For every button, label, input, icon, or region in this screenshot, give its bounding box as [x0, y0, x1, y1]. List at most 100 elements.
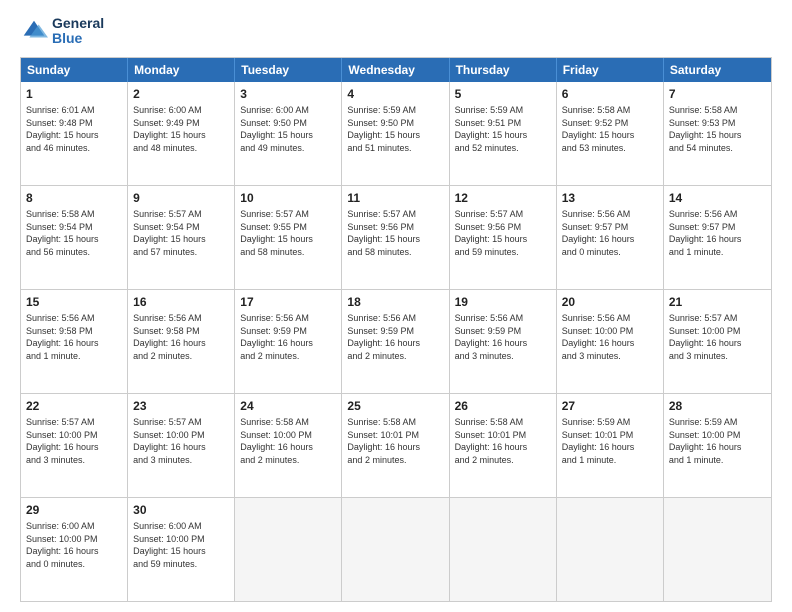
calendar-day-13: 13Sunrise: 5:56 AMSunset: 9:57 PMDayligh…	[557, 186, 664, 289]
day-number: 17	[240, 294, 336, 310]
day-info: Sunrise: 5:56 AMSunset: 9:59 PMDaylight:…	[240, 312, 336, 362]
calendar-day-8: 8 Sunrise: 5:58 AMSunset: 9:54 PMDaylight…	[21, 186, 128, 289]
calendar-day-1: 1 Sunrise: 6:01 AMSunset: 9:48 PMDaylight…	[21, 82, 128, 185]
day-number: 30	[133, 502, 229, 518]
calendar-day-18: 18 Sunrise: 5:56 AMSunset: 9:59 PMDayligh…	[342, 290, 449, 393]
day-info: Sunrise: 5:57 AMSunset: 10:00 PMDaylight…	[26, 416, 122, 466]
day-header-saturday: Saturday	[664, 58, 771, 82]
day-info: Sunrise: 5:58 AMSunset: 9:53 PMDaylight:…	[669, 104, 766, 154]
day-number: 29	[26, 502, 122, 518]
day-number: 5	[455, 86, 551, 102]
day-number: 14	[669, 190, 766, 206]
day-info: Sunrise: 5:57 AMSunset: 9:54 PMDaylight:…	[133, 208, 229, 258]
day-info: Sunrise: 5:58 AMSunset: 10:01 PMDaylight…	[455, 416, 551, 466]
day-number: 15	[26, 294, 122, 310]
day-header-friday: Friday	[557, 58, 664, 82]
calendar-week-1: 1 Sunrise: 6:01 AMSunset: 9:48 PMDaylight…	[21, 82, 771, 185]
day-number: 25	[347, 398, 443, 414]
day-info: Sunrise: 5:56 AMSunset: 9:58 PMDaylight:…	[26, 312, 122, 362]
calendar-header: SundayMondayTuesdayWednesdayThursdayFrid…	[21, 58, 771, 82]
day-number: 12	[455, 190, 551, 206]
calendar-day-29: 29 Sunrise: 6:00 AMSunset: 10:00 PMDaylig…	[21, 498, 128, 601]
calendar-day-15: 15 Sunrise: 5:56 AMSunset: 9:58 PMDayligh…	[21, 290, 128, 393]
calendar-day-4: 4Sunrise: 5:59 AMSunset: 9:50 PMDaylight…	[342, 82, 449, 185]
logo-icon	[20, 17, 48, 45]
day-number: 16	[133, 294, 229, 310]
header: General Blue	[20, 16, 772, 47]
day-number: 10	[240, 190, 336, 206]
calendar-day-2: 2 Sunrise: 6:00 AMSunset: 9:49 PMDaylight…	[128, 82, 235, 185]
day-info: Sunrise: 6:01 AMSunset: 9:48 PMDaylight:…	[26, 104, 122, 154]
day-info: Sunrise: 6:00 AMSunset: 9:50 PMDaylight:…	[240, 104, 336, 154]
calendar-week-2: 8 Sunrise: 5:58 AMSunset: 9:54 PMDaylight…	[21, 185, 771, 289]
day-info: Sunrise: 5:59 AMSunset: 10:01 PMDaylight…	[562, 416, 658, 466]
day-number: 20	[562, 294, 658, 310]
day-number: 26	[455, 398, 551, 414]
calendar-day-6: 6Sunrise: 5:58 AMSunset: 9:52 PMDaylight…	[557, 82, 664, 185]
logo: General Blue	[20, 16, 104, 47]
day-info: Sunrise: 5:58 AMSunset: 10:00 PMDaylight…	[240, 416, 336, 466]
day-info: Sunrise: 5:56 AMSunset: 9:58 PMDaylight:…	[133, 312, 229, 362]
calendar-day-empty	[342, 498, 449, 601]
day-header-thursday: Thursday	[450, 58, 557, 82]
calendar-day-16: 16 Sunrise: 5:56 AMSunset: 9:58 PMDayligh…	[128, 290, 235, 393]
day-number: 1	[26, 86, 122, 102]
calendar-day-9: 9 Sunrise: 5:57 AMSunset: 9:54 PMDaylight…	[128, 186, 235, 289]
calendar-day-10: 10 Sunrise: 5:57 AMSunset: 9:55 PMDayligh…	[235, 186, 342, 289]
day-header-monday: Monday	[128, 58, 235, 82]
day-info: Sunrise: 5:59 AMSunset: 10:00 PMDaylight…	[669, 416, 766, 466]
day-info: Sunrise: 6:00 AMSunset: 10:00 PMDaylight…	[26, 520, 122, 570]
day-info: Sunrise: 5:56 AMSunset: 9:57 PMDaylight:…	[669, 208, 766, 258]
day-number: 23	[133, 398, 229, 414]
day-info: Sunrise: 5:58 AMSunset: 9:54 PMDaylight:…	[26, 208, 122, 258]
calendar-day-26: 26 Sunrise: 5:58 AMSunset: 10:01 PMDaylig…	[450, 394, 557, 497]
day-info: Sunrise: 5:59 AMSunset: 9:51 PMDaylight:…	[455, 104, 551, 154]
day-number: 19	[455, 294, 551, 310]
day-info: Sunrise: 6:00 AMSunset: 9:49 PMDaylight:…	[133, 104, 229, 154]
logo-text: General Blue	[52, 16, 104, 47]
calendar-day-empty	[235, 498, 342, 601]
calendar: SundayMondayTuesdayWednesdayThursdayFrid…	[20, 57, 772, 602]
day-info: Sunrise: 5:58 AMSunset: 9:52 PMDaylight:…	[562, 104, 658, 154]
calendar-day-17: 17 Sunrise: 5:56 AMSunset: 9:59 PMDayligh…	[235, 290, 342, 393]
day-info: Sunrise: 5:56 AMSunset: 10:00 PMDaylight…	[562, 312, 658, 362]
calendar-day-12: 12 Sunrise: 5:57 AMSunset: 9:56 PMDayligh…	[450, 186, 557, 289]
calendar-day-27: 27 Sunrise: 5:59 AMSunset: 10:01 PMDaylig…	[557, 394, 664, 497]
day-header-tuesday: Tuesday	[235, 58, 342, 82]
calendar-body: 1 Sunrise: 6:01 AMSunset: 9:48 PMDaylight…	[21, 82, 771, 601]
day-number: 18	[347, 294, 443, 310]
calendar-day-23: 23 Sunrise: 5:57 AMSunset: 10:00 PMDaylig…	[128, 394, 235, 497]
calendar-day-3: 3 Sunrise: 6:00 AMSunset: 9:50 PMDaylight…	[235, 82, 342, 185]
calendar-week-3: 15 Sunrise: 5:56 AMSunset: 9:58 PMDayligh…	[21, 289, 771, 393]
calendar-day-empty	[450, 498, 557, 601]
calendar-day-7: 7Sunrise: 5:58 AMSunset: 9:53 PMDaylight…	[664, 82, 771, 185]
page: General Blue SundayMondayTuesdayWednesda…	[0, 0, 792, 612]
calendar-week-4: 22 Sunrise: 5:57 AMSunset: 10:00 PMDaylig…	[21, 393, 771, 497]
day-info: Sunrise: 5:57 AMSunset: 9:56 PMDaylight:…	[455, 208, 551, 258]
day-number: 27	[562, 398, 658, 414]
calendar-day-empty	[557, 498, 664, 601]
day-number: 11	[347, 190, 443, 206]
day-info: Sunrise: 5:57 AMSunset: 10:00 PMDaylight…	[669, 312, 766, 362]
day-number: 8	[26, 190, 122, 206]
day-number: 2	[133, 86, 229, 102]
calendar-day-14: 14 Sunrise: 5:56 AMSunset: 9:57 PMDayligh…	[664, 186, 771, 289]
day-header-sunday: Sunday	[21, 58, 128, 82]
day-info: Sunrise: 5:56 AMSunset: 9:59 PMDaylight:…	[455, 312, 551, 362]
day-info: Sunrise: 5:56 AMSunset: 9:59 PMDaylight:…	[347, 312, 443, 362]
day-number: 9	[133, 190, 229, 206]
day-info: Sunrise: 5:57 AMSunset: 9:55 PMDaylight:…	[240, 208, 336, 258]
day-info: Sunrise: 5:57 AMSunset: 10:00 PMDaylight…	[133, 416, 229, 466]
day-number: 22	[26, 398, 122, 414]
calendar-day-empty	[664, 498, 771, 601]
day-number: 28	[669, 398, 766, 414]
day-info: Sunrise: 5:57 AMSunset: 9:56 PMDaylight:…	[347, 208, 443, 258]
day-number: 24	[240, 398, 336, 414]
calendar-day-30: 30Sunrise: 6:00 AMSunset: 10:00 PMDaylig…	[128, 498, 235, 601]
calendar-day-28: 28 Sunrise: 5:59 AMSunset: 10:00 PMDaylig…	[664, 394, 771, 497]
calendar-day-5: 5 Sunrise: 5:59 AMSunset: 9:51 PMDaylight…	[450, 82, 557, 185]
day-number: 13	[562, 190, 658, 206]
day-number: 21	[669, 294, 766, 310]
day-number: 3	[240, 86, 336, 102]
calendar-day-20: 20 Sunrise: 5:56 AMSunset: 10:00 PMDaylig…	[557, 290, 664, 393]
